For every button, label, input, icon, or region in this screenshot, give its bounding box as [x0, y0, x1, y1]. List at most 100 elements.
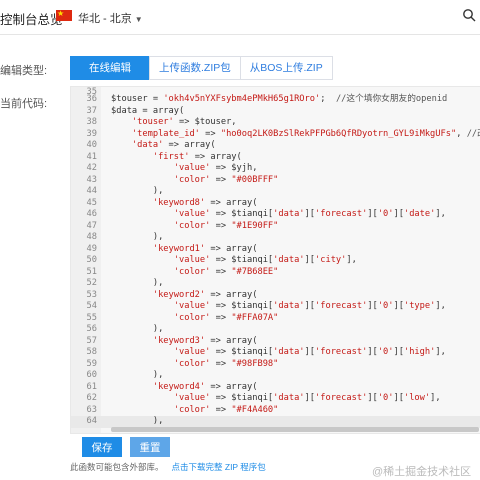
- line-number: 48: [86, 232, 97, 242]
- code-text: 'color' => "#7B68EE": [173, 266, 279, 277]
- horizontal-scrollbar[interactable]: [111, 427, 479, 432]
- tab-online-edit[interactable]: 在线编辑: [70, 56, 150, 80]
- current-code-label: 当前代码:: [0, 98, 48, 110]
- search-icon[interactable]: [462, 8, 476, 22]
- line-number: 61: [86, 381, 97, 392]
- code-line[interactable]: 61 'keyword4' => array(: [71, 382, 480, 394]
- code-text: 'value' => $tianqi['data']['forecast']['…: [173, 209, 446, 219]
- code-text: 'color' => "#1E90FF": [173, 220, 279, 231]
- code-text: ),: [111, 324, 164, 334]
- tab-upload-zip[interactable]: 上传函数.ZIP包: [149, 56, 241, 80]
- download-zip-link[interactable]: 点击下载完整 ZIP 程序包: [172, 462, 266, 472]
- code-line[interactable]: 48 ),: [71, 232, 480, 244]
- code-line[interactable]: 44 ),: [71, 186, 480, 198]
- hint-text: 此函数可能包含外部库。: [70, 462, 164, 472]
- code-line[interactable]: 39 'template_id' => "ho0oq2LK0BzSlRekPFP…: [71, 129, 480, 141]
- code-line[interactable]: 63 'color' => "#F4A460": [71, 405, 480, 417]
- line-number: 56: [86, 324, 97, 334]
- code-text: 'color' => "#F4A460": [173, 404, 279, 415]
- line-number: 40: [86, 140, 97, 150]
- line-number: 39: [86, 128, 97, 139]
- line-number: 52: [86, 278, 97, 288]
- region-selector[interactable]: 华北 - 北京 ▼: [78, 10, 143, 26]
- code-text: ),: [111, 186, 164, 196]
- zip-hint: 此函数可能包含外部库。 点击下载完整 ZIP 程序包: [70, 461, 266, 473]
- code-line[interactable]: 52 ),: [71, 278, 480, 290]
- region-label: 华北 - 北京: [78, 13, 132, 25]
- code-line[interactable]: 47 'color' => "#1E90FF": [71, 221, 480, 233]
- line-number: 51: [86, 266, 97, 277]
- line-number: 54: [86, 301, 97, 311]
- code-text: 'value' => $yjh,: [173, 163, 258, 173]
- code-line[interactable]: 51 'color' => "#7B68EE": [71, 267, 480, 279]
- code-line[interactable]: 59 'color' => "#98FB98": [71, 359, 480, 371]
- code-text: ),: [111, 370, 164, 380]
- code-text: 'keyword2' => array(: [152, 289, 258, 300]
- code-line[interactable]: 56 ),: [71, 324, 480, 336]
- line-number: 42: [86, 163, 97, 173]
- code-text: 'value' => $tianqi['data']['city'],: [173, 255, 357, 265]
- code-line[interactable]: 58 'value' => $tianqi['data']['forecast'…: [71, 347, 480, 359]
- reset-button[interactable]: 重置: [130, 437, 170, 457]
- china-flag-icon: ★: [56, 9, 72, 21]
- code-text: $touser = 'okh4v5nYXFsybm4ePMkH65g1ROro'…: [111, 94, 448, 104]
- code-line[interactable]: 50 'value' => $tianqi['data']['city'],: [71, 255, 480, 267]
- code-text: 'color' => "#00BFFF": [173, 174, 279, 185]
- code-text: 'value' => $tianqi['data']['forecast']['…: [173, 301, 446, 311]
- line-number: 38: [86, 117, 97, 127]
- code-text: 'keyword3' => array(: [152, 335, 258, 346]
- line-number: 50: [86, 255, 97, 265]
- line-number: 49: [86, 243, 97, 254]
- code-line[interactable]: 42 'value' => $yjh,: [71, 163, 480, 175]
- code-line[interactable]: 45 'keyword8' => array(: [71, 198, 480, 210]
- code-line[interactable]: 54 'value' => $tianqi['data']['forecast'…: [71, 301, 480, 313]
- line-number: 64: [86, 416, 97, 426]
- code-line[interactable]: 53 'keyword2' => array(: [71, 290, 480, 302]
- line-number: 63: [86, 404, 97, 415]
- code-line[interactable]: 41 'first' => array(: [71, 152, 480, 164]
- code-lines: 35 36 $touser = 'okh4v5nYXFsybm4ePMkH65g1R…: [71, 87, 480, 428]
- code-line[interactable]: 37 $data = array(: [71, 106, 480, 118]
- code-line[interactable]: 60 ),: [71, 370, 480, 382]
- chevron-down-icon: ▼: [134, 15, 143, 24]
- code-text: 'keyword4' => array(: [152, 381, 258, 392]
- line-number: 47: [86, 220, 97, 231]
- code-line[interactable]: 40 'data' => array(: [71, 140, 480, 152]
- save-button[interactable]: 保存: [82, 437, 122, 457]
- line-number: 36: [86, 94, 97, 104]
- code-text: ),: [111, 416, 164, 426]
- line-number: 41: [86, 151, 97, 162]
- code-text: 'keyword8' => array(: [152, 197, 258, 208]
- top-bar: 控制台总览 ★ 华北 - 北京 ▼: [0, 0, 480, 35]
- code-line[interactable]: 36 $touser = 'okh4v5nYXFsybm4ePMkH65g1ROr…: [71, 94, 480, 106]
- watermark: @稀土掘金技术社区: [372, 466, 472, 478]
- line-number: 62: [86, 393, 97, 403]
- line-number: 44: [86, 186, 97, 196]
- code-text: 'keyword1' => array(: [152, 243, 258, 254]
- code-line[interactable]: 35: [71, 87, 480, 97]
- code-line[interactable]: 55 'color' => "#FFA07A": [71, 313, 480, 325]
- code-line[interactable]: 43 'color' => "#00BFFF": [71, 175, 480, 187]
- console-title[interactable]: 控制台总览: [0, 9, 63, 28]
- edit-type-tabs: 在线编辑 上传函数.ZIP包 从BOS上传.ZIP: [70, 56, 333, 80]
- code-text: 'touser' => $touser,: [131, 117, 237, 127]
- line-number: 37: [86, 105, 97, 116]
- code-line[interactable]: 46 'value' => $tianqi['data']['forecast'…: [71, 209, 480, 221]
- line-number: 58: [86, 347, 97, 357]
- code-editor[interactable]: 35 36 $touser = 'okh4v5nYXFsybm4ePMkH65g1R…: [70, 86, 480, 434]
- code-text: ),: [111, 278, 164, 288]
- line-number: 43: [86, 174, 97, 185]
- code-line[interactable]: 49 'keyword1' => array(: [71, 244, 480, 256]
- code-text: 'data' => array(: [131, 140, 216, 150]
- code-line[interactable]: 57 'keyword3' => array(: [71, 336, 480, 348]
- code-line[interactable]: 64 ),: [71, 416, 480, 428]
- code-text: 'color' => "#FFA07A": [173, 312, 279, 323]
- tab-bos-zip[interactable]: 从BOS上传.ZIP: [239, 56, 333, 80]
- line-number: 53: [86, 289, 97, 300]
- code-text: 'first' => array(: [152, 151, 242, 162]
- code-line[interactable]: 62 'value' => $tianqi['data']['forecast'…: [71, 393, 480, 405]
- code-text: $data = array(: [111, 105, 185, 116]
- code-line[interactable]: 38 'touser' => $touser,: [71, 117, 480, 129]
- line-number: 57: [86, 335, 97, 346]
- code-text: 'value' => $tianqi['data']['forecast']['…: [173, 347, 446, 357]
